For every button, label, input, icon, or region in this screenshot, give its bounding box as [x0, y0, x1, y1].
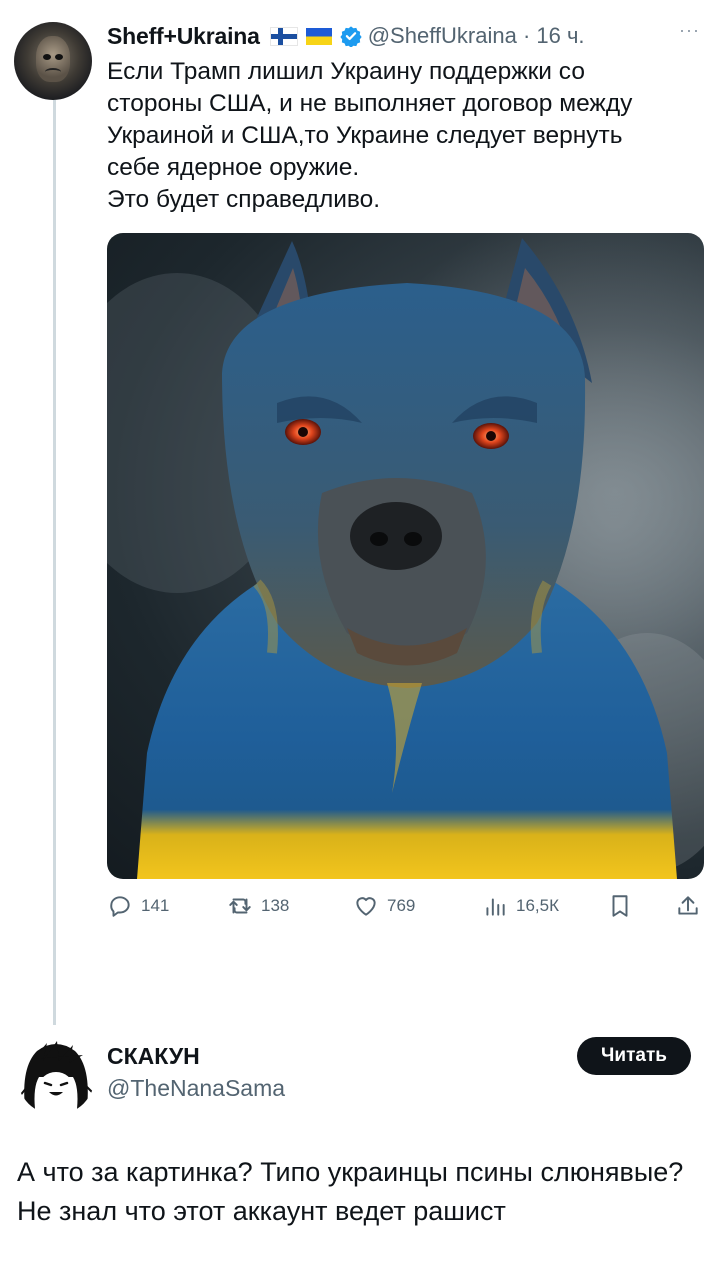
retweet-icon	[229, 898, 251, 914]
reply-tweet: СКАКУН @TheNanaSama Читать А что за карт…	[0, 1025, 719, 1280]
retweet-action[interactable]: 138	[227, 893, 289, 919]
bookmark-icon	[612, 895, 628, 917]
views-count: 16,5К	[516, 896, 559, 915]
reply-icon	[110, 896, 130, 917]
author-name[interactable]: Sheff+Ukraina	[107, 23, 260, 50]
views-icon	[486, 898, 505, 916]
reply-count: 141	[141, 896, 170, 915]
tweet-actions-bar: 141 138 769 16,5К	[107, 893, 703, 925]
avatar-face-graphic	[36, 36, 70, 82]
tweet-text: Если Трамп лишил Украину поддержки со ст…	[107, 58, 633, 213]
ukraine-flag-dog-illustration	[107, 233, 704, 879]
reply-author-name[interactable]: СКАКУН	[107, 1043, 200, 1070]
share-action[interactable]	[675, 893, 709, 919]
tweet-header: Sheff+Ukraina @SheffUkraina · 16 ч.	[107, 21, 707, 51]
heart-icon	[356, 897, 376, 916]
like-action[interactable]: 769	[353, 893, 415, 919]
retweet-count: 138	[261, 896, 290, 915]
author-handle-and-time[interactable]: @SheffUkraina · 16 ч.	[368, 23, 585, 49]
verified-badge-icon	[340, 25, 362, 47]
anime-avatar-graphic	[18, 1041, 94, 1109]
flag-ukraine-icon	[305, 27, 332, 45]
reply-action[interactable]: 141	[107, 893, 169, 919]
tweet-image[interactable]	[107, 233, 704, 879]
views-action[interactable]: 16,5К	[482, 893, 559, 919]
flag-finland-icon	[269, 26, 298, 46]
share-icon	[678, 896, 698, 915]
reply-author-handle[interactable]: @TheNanaSama	[107, 1075, 285, 1102]
author-avatar[interactable]	[14, 22, 92, 100]
bookmark-action[interactable]	[607, 893, 641, 919]
more-options-icon[interactable]: ···	[679, 20, 700, 41]
thread-connector-line	[53, 100, 56, 1025]
follow-button[interactable]: Читать	[577, 1037, 691, 1075]
like-count: 769	[387, 896, 416, 915]
reply-text: А что за картинка? Типо украинцы псины с…	[17, 1157, 684, 1226]
reply-author-avatar[interactable]	[17, 1037, 95, 1115]
